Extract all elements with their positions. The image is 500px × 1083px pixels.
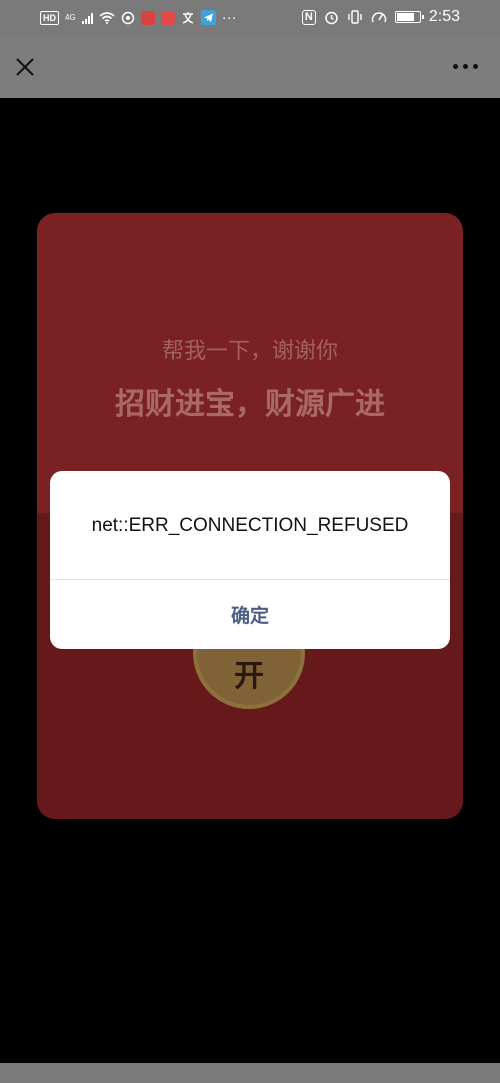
- hd-badge: HD: [40, 10, 59, 25]
- dialog-message: net::ERR_CONNECTION_REFUSED: [91, 515, 409, 536]
- wifi-icon: [99, 11, 115, 24]
- battery-icon: [394, 11, 424, 23]
- error-dialog: net::ERR_CONNECTION_REFUSED 确定: [50, 471, 450, 649]
- nfc-icon: N: [301, 9, 316, 25]
- status-right: N 2:53: [301, 8, 460, 26]
- nav-bar: [0, 37, 500, 98]
- telegram-icon: [200, 10, 216, 25]
- vibrate-icon: [348, 10, 362, 24]
- close-icon[interactable]: [14, 56, 36, 78]
- sync-icon: [121, 11, 134, 24]
- more-notifications: ···: [221, 9, 237, 26]
- system-nav-strip: [0, 1063, 500, 1083]
- calendar-app-icon: [160, 10, 175, 25]
- status-bar: HD 4G ··· N 2:53: [0, 0, 500, 37]
- more-icon[interactable]: [453, 64, 478, 69]
- network-type: 4G: [65, 12, 76, 22]
- confirm-button[interactable]: 确定: [50, 580, 450, 649]
- huawei-app-icon: [140, 10, 155, 25]
- signal-icon: [81, 12, 93, 24]
- clock-time: 2:53: [428, 8, 460, 25]
- status-left: HD 4G ···: [40, 9, 237, 26]
- speedometer-icon: [371, 12, 387, 23]
- screen: HD 4G ··· N 2:53 帮我一下，谢谢你 招财进宝，财源广进 开 ne…: [0, 0, 500, 1083]
- alarm-icon: [325, 11, 338, 24]
- translate-icon: [182, 11, 193, 24]
